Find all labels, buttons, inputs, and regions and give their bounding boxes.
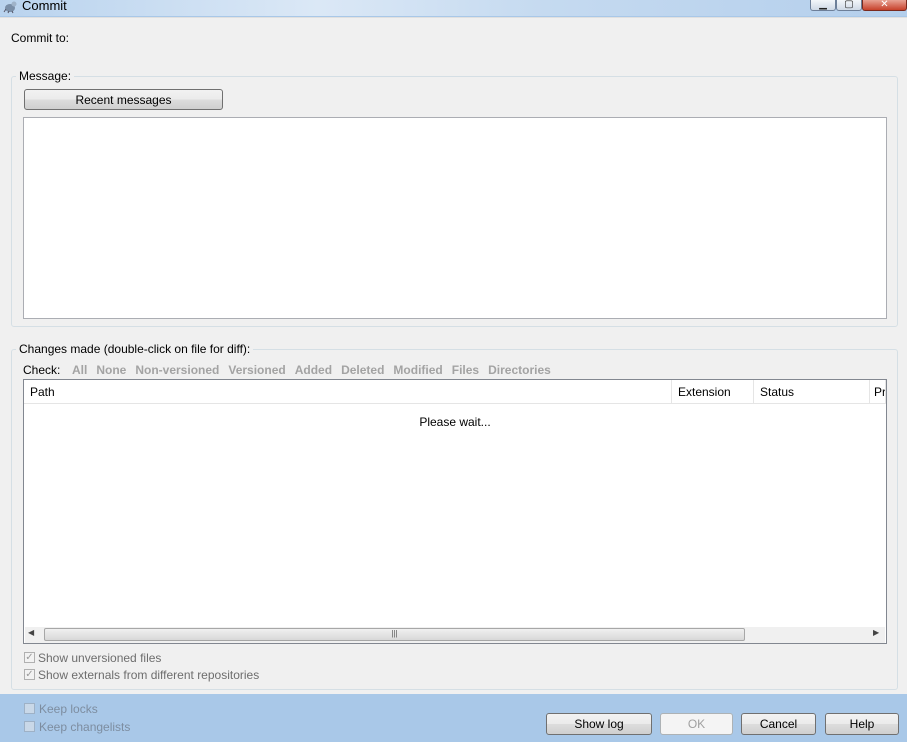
keep-changelists-label: Keep changelists bbox=[39, 720, 131, 734]
checkmark-icon: ✓ bbox=[25, 652, 34, 663]
keep-changelists-checkbox[interactable] bbox=[24, 721, 35, 732]
status-message: Please wait... bbox=[419, 415, 491, 429]
window-title: Commit bbox=[22, 0, 67, 13]
horizontal-scrollbar[interactable]: ◀ ||| ▶ bbox=[25, 627, 885, 643]
column-header-pr[interactable]: Pr bbox=[870, 380, 886, 404]
scroll-right-icon[interactable]: ▶ bbox=[873, 628, 879, 637]
commit-to-label: Commit to: bbox=[11, 31, 70, 45]
check-modified-link[interactable]: Modified bbox=[393, 363, 442, 377]
scrollbar-thumb[interactable]: ||| bbox=[44, 628, 745, 641]
check-deleted-link[interactable]: Deleted bbox=[341, 363, 384, 377]
cancel-button[interactable]: Cancel bbox=[741, 713, 816, 735]
check-added-link[interactable]: Added bbox=[295, 363, 332, 377]
maximize-icon: ▢ bbox=[844, 0, 854, 10]
keep-locks-checkbox[interactable] bbox=[24, 703, 35, 714]
recent-messages-button[interactable]: Recent messages bbox=[24, 89, 223, 110]
column-header-path[interactable]: Path bbox=[24, 380, 672, 404]
title-bar[interactable]: Commit ▁ ▢ ✕ bbox=[0, 0, 907, 16]
check-all-link[interactable]: All bbox=[72, 363, 87, 377]
check-non-versioned-link[interactable]: Non-versioned bbox=[135, 363, 219, 377]
minimize-icon: ▁ bbox=[819, 0, 827, 10]
show-externals-checkbox[interactable]: ✓ bbox=[24, 669, 35, 680]
keep-locks-label: Keep locks bbox=[39, 702, 98, 716]
close-icon: ✕ bbox=[880, 0, 889, 10]
show-log-button[interactable]: Show log bbox=[546, 713, 652, 735]
check-links: All None Non-versioned Versioned Added Delete… bbox=[72, 363, 560, 377]
column-header-status[interactable]: Status bbox=[754, 380, 870, 404]
check-versioned-link[interactable]: Versioned bbox=[228, 363, 285, 377]
help-button[interactable]: Help bbox=[825, 713, 899, 735]
minimize-button[interactable]: ▁ bbox=[810, 0, 836, 11]
tortoise-icon bbox=[3, 0, 17, 14]
changes-list[interactable]: Path Extension Status Pr Please wait... … bbox=[23, 379, 887, 644]
check-files-link[interactable]: Files bbox=[452, 363, 479, 377]
changes-group-label: Changes made (double-click on file for d… bbox=[16, 342, 254, 356]
show-unversioned-label: Show unversioned files bbox=[38, 651, 162, 665]
check-directories-link[interactable]: Directories bbox=[488, 363, 551, 377]
ok-button[interactable]: OK bbox=[660, 713, 733, 735]
checkmark-icon: ✓ bbox=[25, 669, 34, 680]
scroll-left-icon[interactable]: ◀ bbox=[28, 628, 34, 637]
column-header-extension[interactable]: Extension bbox=[672, 380, 754, 404]
maximize-button[interactable]: ▢ bbox=[836, 0, 862, 11]
message-group-label: Message: bbox=[16, 69, 75, 83]
message-textarea[interactable] bbox=[23, 117, 887, 319]
check-none-link[interactable]: None bbox=[96, 363, 126, 377]
check-label: Check: bbox=[23, 363, 61, 377]
show-unversioned-checkbox[interactable]: ✓ bbox=[24, 652, 35, 663]
show-externals-label: Show externals from different repositori… bbox=[38, 668, 260, 682]
grip-icon: ||| bbox=[391, 629, 398, 638]
close-button[interactable]: ✕ bbox=[862, 0, 907, 11]
